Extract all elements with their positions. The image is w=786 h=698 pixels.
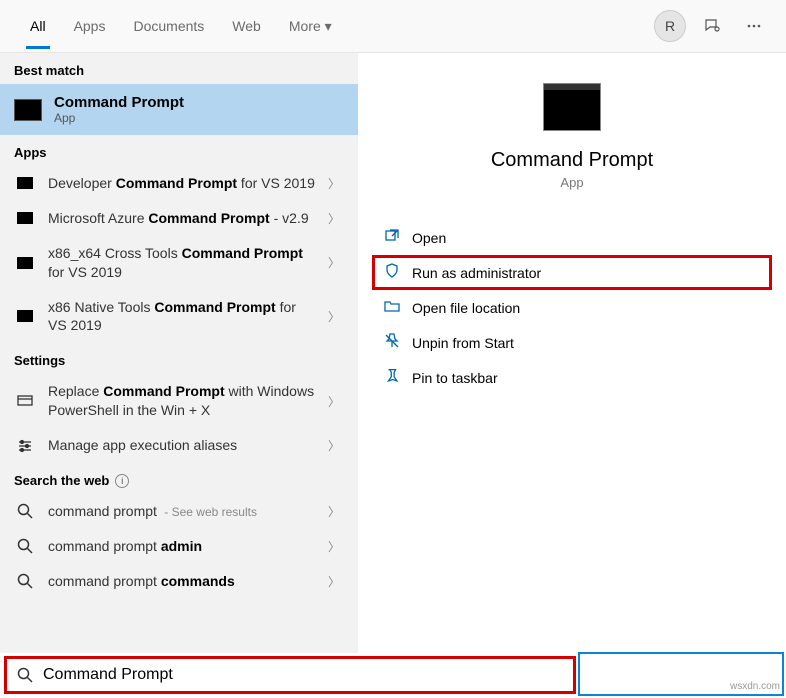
settings-item-icon xyxy=(14,438,36,454)
apps-header: Apps xyxy=(0,135,358,166)
web-item-label: command prompt commands xyxy=(48,572,316,591)
app-item-0[interactable]: Developer Command Prompt for VS 2019 〉 xyxy=(0,166,358,201)
settings-item-0[interactable]: Replace Command Prompt with Windows Powe… xyxy=(0,374,358,428)
search-icon xyxy=(17,667,33,683)
chevron-right-icon: 〉 xyxy=(328,573,344,590)
best-match-title: Command Prompt xyxy=(54,94,184,111)
main: Best match Command Prompt App Apps Devel… xyxy=(0,53,786,653)
search-icon xyxy=(14,538,36,554)
tab-apps[interactable]: Apps xyxy=(60,4,120,49)
app-item-3[interactable]: x86 Native Tools Command Prompt for VS 2… xyxy=(0,290,358,344)
settings-header: Settings xyxy=(0,343,358,374)
watermark: wsxdn.com xyxy=(730,681,780,692)
unpin-icon xyxy=(384,333,400,352)
chevron-right-icon: 〉 xyxy=(328,210,344,227)
chevron-right-icon: 〉 xyxy=(328,393,344,410)
tab-web[interactable]: Web xyxy=(218,4,275,49)
web-item-2[interactable]: command prompt commands 〉 xyxy=(0,564,358,599)
top-row: All Apps Documents Web More ▾ R xyxy=(0,0,786,53)
tab-more[interactable]: More ▾ xyxy=(275,4,346,49)
detail-title: Command Prompt xyxy=(491,149,653,172)
more-icon[interactable] xyxy=(738,10,770,42)
settings-item-label: Manage app execution aliases xyxy=(48,436,316,455)
action-label: Open xyxy=(412,230,446,246)
action-folder[interactable]: Open file location xyxy=(372,290,772,325)
app-item-label: x86_x64 Cross Tools Command Prompt for V… xyxy=(48,244,316,282)
info-icon: i xyxy=(115,474,129,488)
search-icon xyxy=(14,503,36,519)
action-label: Run as administrator xyxy=(412,265,541,281)
action-label: Open file location xyxy=(412,300,520,316)
best-match-item[interactable]: Command Prompt App xyxy=(0,84,358,135)
cmd-icon xyxy=(14,310,36,322)
app-item-1[interactable]: Microsoft Azure Command Prompt - v2.9 〉 xyxy=(0,201,358,236)
best-match-sub: App xyxy=(54,111,184,125)
app-item-label: x86 Native Tools Command Prompt for VS 2… xyxy=(48,298,316,336)
settings-item-1[interactable]: Manage app execution aliases 〉 xyxy=(0,428,358,463)
action-open[interactable]: Open xyxy=(372,220,772,255)
right-panel: Command Prompt App Open Run as administra… xyxy=(358,53,786,653)
detail-sub: App xyxy=(560,175,583,190)
admin-icon xyxy=(384,263,400,282)
folder-icon xyxy=(384,298,400,317)
tabs: All Apps Documents Web More ▾ xyxy=(16,4,346,49)
search-icon xyxy=(14,573,36,589)
action-label: Pin to taskbar xyxy=(412,370,498,386)
action-pin[interactable]: Pin to taskbar xyxy=(372,360,772,395)
cmd-icon xyxy=(14,99,42,121)
cmd-icon xyxy=(14,212,36,224)
app-item-label: Developer Command Prompt for VS 2019 xyxy=(48,174,316,193)
tab-all[interactable]: All xyxy=(16,4,60,49)
settings-item-icon xyxy=(14,393,36,409)
feedback-icon[interactable] xyxy=(696,10,728,42)
chevron-right-icon: 〉 xyxy=(328,503,344,520)
action-label: Unpin from Start xyxy=(412,335,514,351)
action-unpin[interactable]: Unpin from Start xyxy=(372,325,772,360)
avatar[interactable]: R xyxy=(654,10,686,42)
web-item-label: command prompt - See web results xyxy=(48,502,316,521)
best-match-header: Best match xyxy=(0,53,358,84)
search-input[interactable] xyxy=(43,666,563,684)
action-admin[interactable]: Run as administrator xyxy=(372,255,772,290)
pin-icon xyxy=(384,368,400,387)
search-bar[interactable] xyxy=(4,656,576,694)
cmd-icon xyxy=(14,257,36,269)
open-icon xyxy=(384,228,400,247)
tab-documents[interactable]: Documents xyxy=(119,4,218,49)
web-item-0[interactable]: command prompt - See web results 〉 xyxy=(0,494,358,529)
web-item-label: command prompt admin xyxy=(48,537,316,556)
left-panel: Best match Command Prompt App Apps Devel… xyxy=(0,53,358,653)
settings-item-label: Replace Command Prompt with Windows Powe… xyxy=(48,382,316,420)
detail-cmd-icon xyxy=(543,83,601,131)
chevron-right-icon: 〉 xyxy=(328,308,344,325)
app-item-2[interactable]: x86_x64 Cross Tools Command Prompt for V… xyxy=(0,236,358,290)
chevron-right-icon: 〉 xyxy=(328,254,344,271)
chevron-right-icon: 〉 xyxy=(328,175,344,192)
chevron-right-icon: 〉 xyxy=(328,538,344,555)
top-icons: R xyxy=(654,10,770,42)
web-header: Search the web i xyxy=(0,463,358,494)
web-item-1[interactable]: command prompt admin 〉 xyxy=(0,529,358,564)
cmd-icon xyxy=(14,177,36,189)
chevron-right-icon: 〉 xyxy=(328,437,344,454)
app-item-label: Microsoft Azure Command Prompt - v2.9 xyxy=(48,209,316,228)
